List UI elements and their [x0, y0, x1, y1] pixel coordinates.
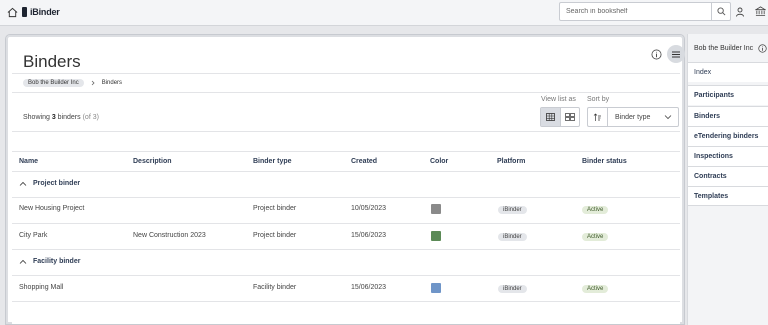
showing-unit: binders [57, 114, 81, 121]
panel-item-inspections[interactable]: Inspections [688, 146, 768, 166]
view-label: View list as [541, 96, 576, 103]
breadcrumb-org[interactable]: Bob the Builder Inc [23, 79, 84, 87]
binder-name[interactable]: Shopping Mall [19, 284, 63, 291]
column-header-platform[interactable]: Platform [497, 158, 525, 165]
search-input[interactable] [560, 3, 712, 20]
panel-item-templates[interactable]: Templates [688, 186, 768, 206]
group-header-project-binder[interactable]: Project binder [19, 180, 80, 187]
binder-color-swatch [431, 204, 441, 214]
platform-badge: iBinder [498, 206, 527, 214]
column-header-color[interactable]: Color [430, 158, 448, 165]
sort-select[interactable]: Binder type [607, 107, 679, 127]
panel-item-binders[interactable]: Binders [688, 106, 768, 126]
column-header-binder-type[interactable]: Binder type [253, 158, 292, 165]
info-icon[interactable] [651, 49, 662, 60]
user-icon[interactable] [735, 7, 745, 17]
binder-name[interactable]: New Housing Project [19, 205, 84, 212]
binder-color-swatch [431, 283, 441, 293]
hamburger-icon [672, 51, 680, 57]
binder-name[interactable]: City Park [19, 232, 47, 239]
info-icon[interactable] [758, 44, 767, 53]
binder-created: 15/06/2023 [351, 232, 387, 239]
group-header-facility-binder[interactable]: Facility binder [19, 258, 80, 265]
divider [12, 131, 680, 132]
ibinder-logo[interactable]: iBinder [22, 6, 60, 18]
panel-item-contracts[interactable]: Contracts [688, 166, 768, 186]
table-view-button[interactable] [541, 108, 560, 126]
result-count: Showing 3 binders (of 3) [23, 114, 99, 121]
column-header-description[interactable]: Description [133, 158, 172, 165]
sort-direction-icon [593, 113, 601, 121]
divider [12, 223, 680, 224]
panel-org-name: Bob the Builder Inc [694, 45, 754, 52]
binder-type: Facility binder [253, 284, 297, 291]
divider [12, 151, 680, 152]
status-badge: Active [582, 206, 609, 214]
status-badge: Active [582, 233, 609, 241]
panel-item-index[interactable]: Index [688, 62, 768, 82]
search-icon [716, 7, 725, 16]
platform-badge: iBinder [498, 233, 527, 241]
binder-color-swatch [431, 231, 441, 241]
breadcrumb-current: Binders [101, 80, 123, 86]
chevron-up-icon [19, 181, 27, 186]
sort-direction-button[interactable] [587, 107, 607, 127]
grid-view-button[interactable] [559, 108, 580, 126]
binders-content: Binders Bob the Builder Inc Binders Show… [12, 40, 685, 324]
table-view-icon [545, 113, 555, 121]
search-box [559, 2, 731, 21]
group-label: Facility binder [33, 258, 81, 265]
platform-badge: iBinder [498, 285, 527, 293]
showing-prefix: Showing [23, 114, 50, 121]
binder-created: 10/05/2023 [351, 205, 387, 212]
divider [12, 197, 680, 198]
sort-label: Sort by [587, 96, 610, 103]
view-toggle [540, 107, 580, 127]
panel-item-participants[interactable]: Participants [688, 85, 768, 105]
binder-type: Project binder [253, 232, 297, 239]
grid-view-icon [564, 113, 575, 121]
group-label: Project binder [33, 180, 81, 187]
column-header-created[interactable]: Created [351, 158, 377, 165]
divider [12, 92, 680, 93]
showing-count: 3 [51, 114, 56, 121]
binder-description: New Construction 2023 [133, 232, 206, 239]
page-title: Binders [23, 52, 81, 71]
divider [12, 249, 680, 250]
right-panel: Bob the Builder Inc Index Participants B… [687, 34, 768, 325]
showing-total: (of 3) [82, 114, 99, 121]
binder-created: 15/06/2023 [351, 284, 387, 291]
column-header-name[interactable]: Name [19, 158, 38, 165]
logo-text: iBinder [30, 7, 60, 17]
divider [12, 171, 680, 172]
chevron-up-icon [19, 259, 27, 264]
sort-value: Binder type [615, 113, 651, 121]
chevron-down-icon [664, 115, 672, 120]
top-bar: iBinder [0, 0, 768, 26]
column-header-binder-status[interactable]: Binder status [582, 158, 627, 165]
organization-icon[interactable] [755, 6, 766, 17]
divider [12, 275, 680, 276]
divider [12, 301, 680, 302]
search-button[interactable] [711, 3, 730, 20]
binders-panel: Binders Bob the Builder Inc Binders Show… [5, 34, 685, 325]
binder-type: Project binder [253, 205, 297, 212]
breadcrumb: Bob the Builder Inc Binders [23, 79, 122, 87]
panel-item-etendering-binders[interactable]: eTendering binders [688, 126, 768, 146]
logo-mark [22, 7, 27, 17]
divider [12, 73, 680, 74]
menu-button[interactable] [667, 45, 685, 63]
status-badge: Active [582, 285, 609, 293]
chevron-right-icon [91, 80, 95, 86]
home-icon[interactable] [7, 7, 18, 18]
